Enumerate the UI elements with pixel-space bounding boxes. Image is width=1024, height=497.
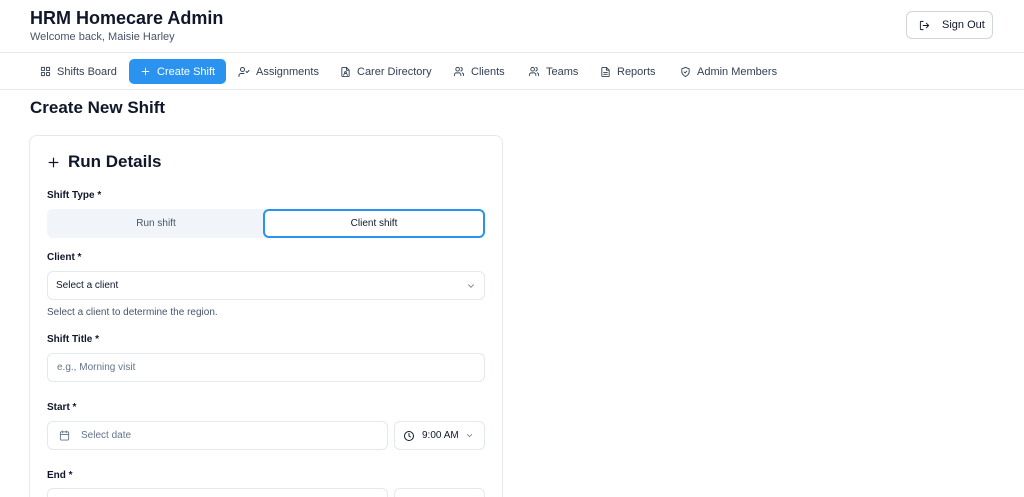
client-shift-option[interactable]: Client shift [263,209,485,238]
page-title: Create New Shift [30,98,166,117]
chevron-down-icon [466,434,472,438]
sign-out-icon [919,20,930,30]
tab-shifts-board[interactable]: Shifts Board [40,59,117,84]
welcome-message: Welcome back, Maisie Harley [30,31,175,43]
shift-title-input[interactable] [47,353,485,382]
client-label: Client * [47,252,82,263]
tab-shifts-board-label: Shifts Board [57,65,117,78]
client-select[interactable]: Select a client [47,271,485,300]
start-label: Start * [47,402,77,413]
tab-teams[interactable]: Teams [528,59,578,84]
start-date-picker[interactable]: Select date [47,421,388,450]
tab-clients[interactable]: Clients [453,59,505,84]
grid-icon [40,66,51,77]
app-header: HRM Homecare Admin Welcome back, Maisie … [0,0,1024,53]
client-select-value: Select a client [56,280,119,291]
tab-carer-directory[interactable]: Carer Directory [340,59,432,84]
start-date-placeholder: Select date [81,430,132,441]
file-user-icon [341,66,350,77]
document-icon [601,66,610,77]
sign-out-button[interactable]: Sign Out [906,11,993,39]
app-title: HRM Homecare Admin [30,8,224,28]
shift-type-toggle: Run shift Client shift [47,209,485,238]
shift-title-label: Shift Title * [47,334,100,345]
plus-icon [48,157,59,167]
card-title: Run Details [47,152,162,172]
end-time-select[interactable] [394,488,485,497]
start-time-value: 9:00 AM [422,430,459,441]
start-time-select[interactable]: 9:00 AM [394,421,485,450]
sign-out-label: Sign Out [942,19,985,31]
card-title-text: Run Details [68,152,162,171]
tab-create-shift[interactable]: Create Shift [129,59,227,84]
shift-type-label: Shift Type * [47,190,102,201]
client-hint: Select a client to determine the region. [47,307,218,318]
clock-icon [404,430,414,441]
tab-assignments[interactable]: Assignments [238,59,319,84]
tab-admin-members-label: Admin Members [697,65,778,78]
tab-admin-members[interactable]: Admin Members [680,59,777,84]
chevron-down-icon [468,283,474,288]
tab-reports-label: Reports [617,65,656,78]
users-icon [528,66,540,77]
tab-teams-label: Teams [546,65,579,78]
main-nav: Shifts Board Create Shift Assignments Ca… [0,53,1024,90]
user-check-icon [238,66,250,77]
end-label: End * [47,470,73,481]
tab-assignments-label: Assignments [256,65,319,78]
shield-check-icon [681,66,690,77]
tab-reports[interactable]: Reports [600,59,656,84]
tab-create-shift-label: Create Shift [157,65,216,78]
users-icon [453,66,465,77]
tab-clients-label: Clients [471,65,505,78]
end-date-picker[interactable] [47,488,388,497]
run-shift-option[interactable]: Run shift [47,209,265,238]
tab-carer-directory-label: Carer Directory [357,65,432,78]
plus-icon [141,67,150,76]
calendar-icon [59,430,70,441]
